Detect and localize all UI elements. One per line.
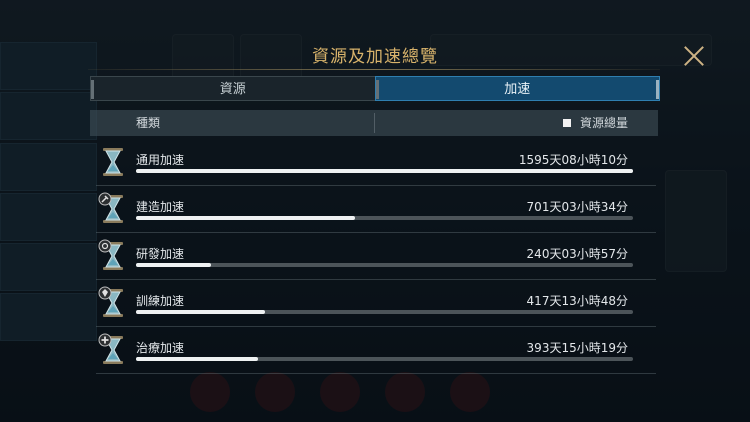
speedup-bar-track [136,169,633,173]
header-divider [374,113,375,133]
speedup-bar-track [136,310,633,314]
dialog-title: 資源及加速總覽 [312,47,438,67]
table-header: 種類 資源總量 [90,110,658,136]
hourglass-generic-icon [103,148,123,176]
speedup-bar-fill [136,357,258,361]
speedup-name: 通用加速 [136,153,185,167]
speedup-total: 701天03小時34分 [526,200,628,214]
speedup-name: 治療加速 [136,341,185,355]
tab-speedups[interactable]: 加速 [374,76,660,101]
speedup-bar-track [136,357,633,361]
speedup-name: 研發加速 [136,247,185,261]
speedup-bar-fill [136,216,355,220]
hourglass-research-icon [98,239,123,270]
speedup-total: 417天13小時48分 [526,294,628,308]
tab-resources[interactable]: 資源 [90,76,375,101]
hourglass-training-icon [98,286,123,317]
speedup-name: 建造加速 [136,200,185,214]
speedup-bar-track [136,263,633,267]
tab-bar: 資源 加速 [90,76,660,101]
speedup-name: 訓練加速 [136,294,185,308]
speedup-bar-fill [136,263,211,267]
speedup-total: 240天03小時57分 [526,247,628,261]
hourglass-build-icon [98,192,123,223]
title-divider [88,69,660,70]
speedup-list: 通用加速 1595天08小時10分 建造加速 701天03小時34分 研發加速 … [96,139,656,374]
speedup-total: 1595天08小時10分 [518,153,628,167]
legend-label: 資源總量 [579,116,628,130]
speedup-bar-fill [136,169,633,173]
speedup-row: 治療加速 393天15小時19分 [96,327,656,374]
close-icon[interactable] [683,45,705,67]
legend-square-icon [562,119,571,127]
speedup-bar-track [136,216,633,220]
speedup-row: 通用加速 1595天08小時10分 [96,139,656,186]
speedup-row: 建造加速 701天03小時34分 [96,186,656,233]
hourglass-healing-icon [98,333,123,364]
speedup-total: 393天15小時19分 [526,341,628,355]
total-legend: 資源總量 [562,110,628,136]
speedup-row: 研發加速 240天03小時57分 [96,233,656,280]
type-column-label: 種類 [136,116,161,130]
speedup-row: 訓練加速 417天13小時48分 [96,280,656,327]
speedup-bar-fill [136,310,266,314]
